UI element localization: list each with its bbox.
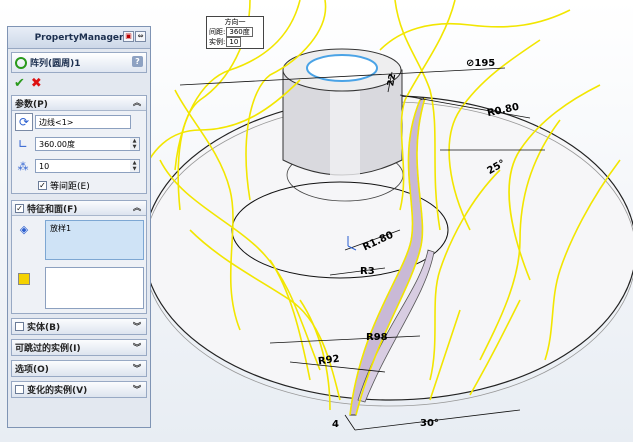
- chevron-up-icon[interactable]: ︽: [133, 97, 141, 108]
- hub-shade: [330, 78, 360, 182]
- bodies-section[interactable]: 实体(B) ︾: [11, 318, 147, 335]
- callout-instances-value[interactable]: 10: [226, 37, 242, 47]
- varied-instances-label: 变化的实例(V): [27, 386, 88, 396]
- instances-icon: ⁂: [17, 159, 29, 173]
- cancel-button[interactable]: ✖: [31, 76, 42, 91]
- instances-input[interactable]: 10: [35, 159, 131, 173]
- varied-instances-section[interactable]: 变化的实例(V) ︾: [11, 381, 147, 398]
- pattern-axis-field[interactable]: 边线<1>: [35, 115, 131, 129]
- property-manager-panel: PropertyManager ▣ ⇔ 阵列(圆周)1 ? ✔ ✖ 参数(P) …: [7, 26, 151, 428]
- faces-to-pattern-icon: [16, 271, 32, 287]
- callout-spacing-label: 间距:: [209, 28, 226, 36]
- circular-pattern-icon: [15, 56, 27, 69]
- dim-value: 195: [474, 58, 496, 69]
- features-header[interactable]: ✓ 特征和面(F) ︽: [12, 201, 146, 216]
- help-icon[interactable]: ?: [132, 56, 143, 67]
- options-section[interactable]: 选项(O) ︾: [11, 360, 147, 377]
- chevron-down-icon[interactable]: ︾: [133, 384, 141, 395]
- instances-spinner[interactable]: ▲ ▼: [130, 159, 140, 173]
- angle-spinner[interactable]: ▲ ▼: [130, 137, 140, 151]
- collapse-panel-icon[interactable]: ⇔: [135, 31, 146, 42]
- panel-title: PropertyManager: [34, 32, 124, 43]
- rotate-direction-icon[interactable]: ⟳: [15, 113, 33, 131]
- angle-icon: ∟: [17, 137, 29, 151]
- panel-title-bar: PropertyManager ▣ ⇔: [8, 27, 150, 49]
- features-list[interactable]: 放样1: [45, 220, 144, 260]
- chevron-down-icon[interactable]: ︾: [133, 342, 141, 353]
- bodies-checkbox[interactable]: [15, 322, 24, 331]
- dim-r3[interactable]: R3: [360, 266, 375, 277]
- bodies-label: 实体(B): [27, 323, 61, 333]
- skip-instances-section[interactable]: 可跳过的实例(I) ︾: [11, 339, 147, 356]
- ok-button[interactable]: ✔: [14, 76, 25, 91]
- features-to-pattern-icon: ◈: [19, 222, 29, 236]
- faces-list[interactable]: [45, 267, 144, 309]
- hub-bore: [306, 54, 378, 82]
- options-label: 选项(O): [15, 365, 49, 375]
- callout-spacing-value[interactable]: 360度: [226, 27, 253, 37]
- pattern-callout[interactable]: 方向一 间距: 360度 实例: 10: [206, 16, 264, 49]
- features-group: ✓ 特征和面(F) ︽ ◈ 放样1: [11, 200, 147, 314]
- equal-spacing-label: 等间距(E): [50, 181, 90, 192]
- skip-instances-label: 可跳过的实例(I): [15, 344, 81, 354]
- chevron-down-icon[interactable]: ︾: [133, 363, 141, 374]
- callout-title: 方向一: [224, 18, 246, 26]
- callout-instances-label: 实例:: [209, 38, 226, 46]
- varied-instances-checkbox[interactable]: [15, 385, 24, 394]
- dim-angle-30[interactable]: 30°: [420, 418, 439, 429]
- features-checkbox[interactable]: ✓: [15, 203, 24, 213]
- chevron-down-icon[interactable]: ︾: [133, 321, 141, 332]
- pin-icon[interactable]: ▣: [123, 31, 134, 42]
- list-item[interactable]: 放样1: [46, 221, 143, 236]
- dim-22[interactable]: 22: [386, 73, 398, 87]
- feature-header: 阵列(圆周)1 ?: [11, 52, 147, 73]
- params-header[interactable]: 参数(P) ︽: [12, 96, 146, 111]
- features-header-label: 特征和面(F): [27, 204, 78, 215]
- chevron-up-icon[interactable]: ︽: [133, 202, 141, 213]
- feature-name: 阵列(圆周)1: [30, 59, 81, 69]
- params-header-label: 参数(P): [15, 99, 48, 110]
- dim-4[interactable]: 4: [332, 419, 339, 430]
- params-group: 参数(P) ︽ ⟳ 边线<1> ∟ 360.00度 ▲ ▼ ⁂ 10 ▲ ▼ ✓ 等…: [11, 95, 147, 194]
- equal-spacing-checkbox[interactable]: ✓: [38, 180, 47, 190]
- dim-diameter-195[interactable]: ⊘195: [466, 58, 495, 69]
- angle-input[interactable]: 360.00度: [35, 137, 131, 151]
- dim-r98[interactable]: R98: [366, 332, 388, 343]
